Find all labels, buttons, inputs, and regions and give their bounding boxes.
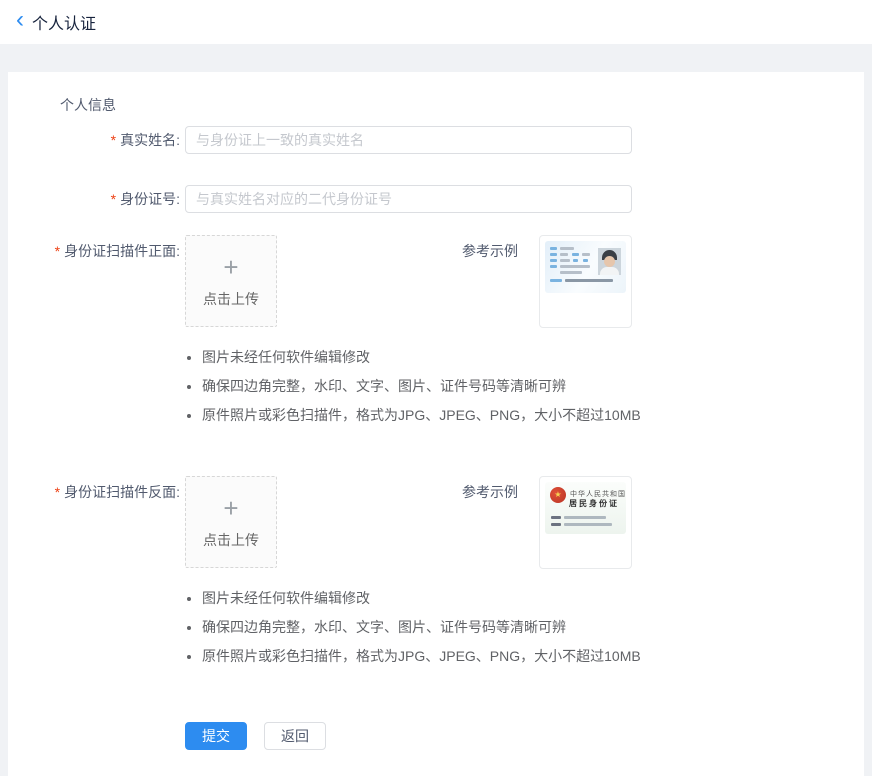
tip-item: 图片未经任何软件编辑修改 — [202, 588, 864, 608]
id-back-upload-label: *身份证扫描件反面: — [8, 476, 180, 569]
real-name-control — [185, 126, 632, 154]
real-name-input[interactable] — [185, 126, 632, 154]
id-number-row: *身份证号: — [8, 185, 864, 213]
button-row: 提交 返回 — [185, 722, 864, 750]
tip-item: 确保四边角完整，水印、文字、图片、证件号码等清晰可辨 — [202, 617, 864, 637]
example-label: 参考示例 — [462, 235, 518, 261]
id-card-front-illustration — [545, 241, 626, 293]
id-back-upload-box[interactable]: + 点击上传 — [185, 476, 277, 568]
section-title: 个人信息 — [60, 95, 864, 115]
national-emblem-icon: ★ — [550, 487, 566, 503]
id-back-upload-row: *身份证扫描件反面: + 点击上传 参考示例 ★ 中华人民共和国 居民身份证 — [8, 476, 864, 569]
example-label: 参考示例 — [462, 476, 518, 502]
id-front-upload-label: *身份证扫描件正面: — [8, 235, 180, 328]
plus-icon: + — [223, 254, 238, 280]
sample-photo — [598, 248, 621, 275]
tip-item: 原件照片或彩色扫描件，格式为JPG、JPEG、PNG，大小不超过10MB — [202, 405, 864, 425]
page-header: ‹ 个人认证 — [0, 0, 872, 44]
upload-tips-back: 图片未经任何软件编辑修改 确保四边角完整，水印、文字、图片、证件号码等清晰可辨 … — [8, 588, 864, 666]
id-back-upload-control: + 点击上传 参考示例 ★ 中华人民共和国 居民身份证 — [185, 476, 632, 569]
upload-text: 点击上传 — [203, 289, 259, 309]
required-asterisk: * — [111, 132, 116, 148]
id-card-back-sample: ★ 中华人民共和国 居民身份证 — [539, 476, 632, 569]
submit-button[interactable]: 提交 — [185, 722, 247, 750]
back-chevron-icon: ‹ — [16, 10, 24, 30]
id-number-control — [185, 185, 632, 213]
required-asterisk: * — [111, 191, 116, 207]
id-number-input[interactable] — [185, 185, 632, 213]
form-card: 个人信息 *真实姓名: *身份证号: *身份证扫描件正面: + 点击上传 参考示… — [8, 72, 864, 776]
id-card-front-sample — [539, 235, 632, 328]
id-card-back-illustration: ★ 中华人民共和国 居民身份证 — [545, 482, 626, 534]
id-front-upload-row: *身份证扫描件正面: + 点击上传 参考示例 — [8, 235, 864, 328]
real-name-row: *真实姓名: — [8, 126, 864, 154]
tip-item: 确保四边角完整，水印、文字、图片、证件号码等清晰可辨 — [202, 376, 864, 396]
plus-icon: + — [223, 495, 238, 521]
back-button[interactable]: ‹ 个人认证 — [16, 10, 96, 34]
id-back-card-title-text: 居民身份证 — [569, 498, 619, 509]
tip-item: 图片未经任何软件编辑修改 — [202, 347, 864, 367]
upload-tips-front: 图片未经任何软件编辑修改 确保四边角完整，水印、文字、图片、证件号码等清晰可辨 … — [8, 347, 864, 425]
real-name-label: *真实姓名: — [8, 126, 180, 154]
required-asterisk: * — [55, 243, 60, 259]
id-front-upload-box[interactable]: + 点击上传 — [185, 235, 277, 327]
page-title: 个人认证 — [32, 10, 96, 34]
id-number-label: *身份证号: — [8, 185, 180, 213]
id-front-upload-control: + 点击上传 参考示例 — [185, 235, 632, 328]
tip-item: 原件照片或彩色扫描件，格式为JPG、JPEG、PNG，大小不超过10MB — [202, 646, 864, 666]
required-asterisk: * — [55, 484, 60, 500]
back-return-button[interactable]: 返回 — [264, 722, 326, 750]
upload-text: 点击上传 — [203, 530, 259, 550]
